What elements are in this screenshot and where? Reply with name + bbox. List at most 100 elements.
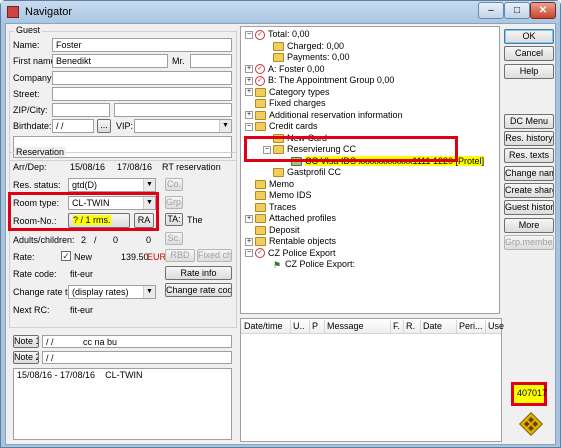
- tree-node[interactable]: + Additional reservation information: [245, 110, 403, 121]
- tree-node[interactable]: Gastprofil CC: [263, 167, 341, 178]
- tree-node[interactable]: Payments: 0,00: [263, 52, 350, 63]
- expand-icon[interactable]: +: [245, 65, 253, 74]
- company-field[interactable]: [52, 71, 232, 85]
- reservation-summary-box: 15/08/16 - 17/08/16 CL-TWIN: [13, 368, 232, 440]
- tree-node[interactable]: Memo IDS: [245, 190, 312, 201]
- help-button[interactable]: Help: [504, 64, 554, 79]
- expand-icon[interactable]: +: [245, 237, 253, 246]
- tree-node[interactable]: + ✓ A: Foster 0,00: [245, 64, 325, 75]
- expand-icon[interactable]: +: [245, 76, 253, 85]
- note2-button[interactable]: Note 2:: [13, 351, 39, 364]
- new-rate-checkbox[interactable]: ✓: [61, 251, 71, 261]
- vip-select[interactable]: ▼: [134, 119, 232, 133]
- birthdate-field[interactable]: / /: [52, 119, 94, 133]
- tree-node-label: Memo IDS: [269, 190, 312, 200]
- fixed-charges-button[interactable]: Fixed ch.: [197, 249, 232, 262]
- folder-icon: [255, 110, 266, 120]
- expand-icon[interactable]: +: [245, 214, 253, 223]
- children-value[interactable]: 0: [113, 235, 118, 245]
- birthdate-label: Birthdate:: [13, 121, 52, 131]
- tree-node[interactable]: − ✓ CZ Police Export: [245, 248, 336, 259]
- column-divider[interactable]: [390, 320, 391, 333]
- collapse-icon[interactable]: −: [245, 30, 253, 39]
- check-circle-icon: ✓: [255, 29, 265, 40]
- minimize-button[interactable]: –: [478, 2, 504, 19]
- cancel-button[interactable]: Cancel: [504, 46, 554, 61]
- departure-value[interactable]: 17/08/16: [117, 162, 152, 172]
- tree-node[interactable]: + Category types: [245, 87, 330, 98]
- note2-date: / /: [46, 353, 54, 363]
- log-column-header[interactable]: R.: [406, 321, 415, 331]
- salutation-extra-field[interactable]: [190, 54, 232, 68]
- reservation-tree[interactable]: − ✓ Total: 0,00 Charged: 0,00 Payments: 0,00…: [240, 26, 500, 314]
- ok-button[interactable]: OK: [504, 29, 554, 44]
- close-button[interactable]: ✕: [530, 2, 556, 19]
- tree-node[interactable]: Traces: [245, 202, 296, 213]
- log-column-header[interactable]: P: [312, 321, 318, 331]
- log-column-header[interactable]: Message: [327, 321, 364, 331]
- rate-info-button[interactable]: Rate info: [165, 266, 232, 280]
- grp-members-button[interactable]: Grp.members: [504, 235, 554, 250]
- guest-history-button[interactable]: Guest history: [504, 200, 554, 215]
- birthdate-picker-button[interactable]: ...: [97, 119, 111, 133]
- dc-menu-button[interactable]: DC Menu: [504, 114, 554, 129]
- log-column-header[interactable]: Peri...: [459, 321, 483, 331]
- tree-node[interactable]: + Rentable objects: [245, 236, 336, 247]
- log-column-header[interactable]: Date: [423, 321, 442, 331]
- column-divider[interactable]: [290, 320, 291, 333]
- column-divider[interactable]: [324, 320, 325, 333]
- log-column-header[interactable]: Use: [488, 321, 504, 331]
- ta-button[interactable]: TA:: [165, 213, 183, 226]
- city-field[interactable]: [114, 103, 232, 117]
- tree-node[interactable]: ⚑ CZ Police Export:: [263, 259, 355, 270]
- collapse-icon[interactable]: −: [245, 122, 253, 131]
- extra-count-value[interactable]: 0: [146, 235, 151, 245]
- expand-icon[interactable]: +: [245, 88, 253, 97]
- rbd-button[interactable]: RBD: [165, 249, 195, 262]
- change-name-button[interactable]: Change name: [504, 166, 554, 181]
- rate-code-label: Rate code:: [13, 269, 57, 279]
- res-texts-button[interactable]: Res. texts: [504, 148, 554, 163]
- column-divider[interactable]: [485, 320, 486, 333]
- tree-node[interactable]: − Credit cards: [245, 121, 318, 132]
- tree-node[interactable]: Charged: 0,00: [263, 41, 344, 52]
- column-divider[interactable]: [420, 320, 421, 333]
- column-divider[interactable]: [403, 320, 404, 333]
- arrival-value[interactable]: 15/08/16: [70, 162, 105, 172]
- log-column-header[interactable]: Date/time: [244, 321, 283, 331]
- zip-field[interactable]: [52, 103, 110, 117]
- column-divider[interactable]: [456, 320, 457, 333]
- note1-field[interactable]: / / cc na bu: [42, 335, 232, 348]
- rate-amount[interactable]: 139.50: [121, 252, 149, 262]
- check-circle-icon: ✓: [255, 64, 265, 75]
- log-column-header[interactable]: F.: [393, 321, 400, 331]
- sc-button[interactable]: Sc.: [165, 232, 183, 245]
- expand-icon[interactable]: +: [245, 111, 253, 120]
- street-field[interactable]: [52, 87, 232, 101]
- guest-section-title: Guest: [14, 25, 43, 35]
- log-list[interactable]: Date/time U.. P Message F. R. Date Peri... Use: [240, 318, 504, 442]
- tree-node[interactable]: + Attached profiles: [245, 213, 336, 224]
- note1-button[interactable]: Note 1:: [13, 335, 39, 348]
- tree-node[interactable]: − ✓ Total: 0,00: [245, 29, 310, 40]
- note2-field[interactable]: / /: [42, 351, 232, 364]
- column-divider[interactable]: [309, 320, 310, 333]
- create-sharer-button[interactable]: Create sharer: [504, 183, 554, 198]
- collapse-icon[interactable]: −: [245, 249, 253, 258]
- change-rate-code-button[interactable]: Change rate code: [165, 283, 232, 297]
- log-column-header[interactable]: U..: [293, 321, 305, 331]
- children-separator: /: [94, 235, 97, 245]
- adults-value[interactable]: 2: [81, 235, 86, 245]
- maximize-button[interactable]: □: [504, 2, 530, 19]
- tree-node-label: B: The Appointment Group 0,00: [268, 75, 395, 85]
- tree-node[interactable]: + ✓ B: The Appointment Group 0,00: [245, 75, 394, 86]
- tree-node[interactable]: Fixed charges: [245, 98, 326, 109]
- tree-node[interactable]: Memo: [245, 179, 294, 190]
- more-button[interactable]: More: [504, 218, 554, 233]
- co-button[interactable]: Co.: [165, 178, 183, 191]
- tree-node[interactable]: Deposit: [245, 225, 300, 236]
- firstname-field[interactable]: Benedikt: [52, 54, 168, 68]
- name-field[interactable]: Foster: [52, 38, 232, 52]
- grp-button[interactable]: Grp.: [165, 196, 183, 209]
- res-history-button[interactable]: Res. history: [504, 131, 554, 146]
